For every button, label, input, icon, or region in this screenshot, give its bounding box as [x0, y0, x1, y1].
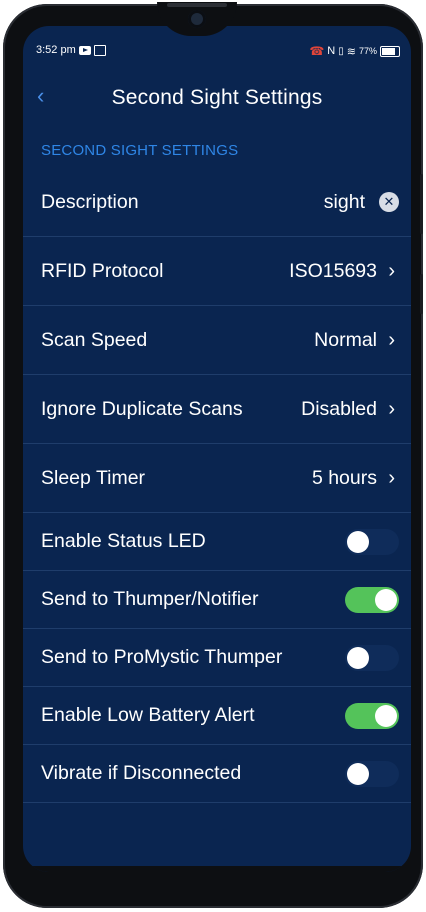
setting-label: RFID Protocol: [41, 259, 164, 282]
status-time: 3:52 pm: [36, 44, 76, 56]
youtube-icon: [78, 45, 91, 55]
wifi-icon: ≋: [346, 45, 356, 58]
chevron-right-icon: ›: [388, 466, 395, 489]
setting-description[interactable]: Description sight ✕: [23, 168, 411, 237]
front-camera: [188, 10, 206, 28]
setting-value: ISO15693: [289, 259, 377, 282]
promystic-thumper-switch[interactable]: [345, 644, 399, 671]
earpiece-speaker: [167, 3, 227, 7]
status-led-switch[interactable]: [345, 528, 399, 555]
image-icon: [93, 44, 106, 56]
switch-knob: [347, 762, 369, 785]
volume-button: [420, 174, 423, 234]
status-left: 3:52 pm: [36, 44, 106, 56]
toggle-label: Enable Status LED: [41, 530, 206, 552]
switch-knob: [375, 588, 397, 611]
battery-percent: 77%: [358, 46, 377, 56]
setting-scan-speed[interactable]: Scan Speed Normal ›: [23, 306, 411, 375]
toggle-label: Enable Low Battery Alert: [41, 704, 255, 726]
toggle-row: Enable Status LED: [23, 513, 411, 571]
toggle-row: Vibrate if Disconnected: [23, 745, 411, 803]
section-label: SECOND SIGHT SETTINGS: [41, 142, 239, 159]
setting-label: Scan Speed: [41, 328, 148, 351]
toggle-label: Send to ProMystic Thumper: [41, 646, 283, 668]
low-battery-alert-switch[interactable]: [345, 702, 399, 729]
page-title: Second Sight Settings: [111, 86, 323, 109]
vibrate-disconnected-switch[interactable]: [345, 760, 399, 787]
chevron-right-icon: ›: [388, 328, 395, 351]
screen: 3:52 pm ☎ N ▯ ≋ 77% ‹ Second Sight Setti…: [23, 26, 411, 872]
setting-ignore-duplicates[interactable]: Ignore Duplicate Scans Disabled ›: [23, 375, 411, 444]
bottom-edge: [23, 866, 411, 872]
setting-value: Disabled: [301, 397, 377, 420]
call-icon: ☎: [309, 44, 325, 58]
clear-icon[interactable]: ✕: [379, 192, 399, 212]
status-right: ☎ N ▯ ≋ 77%: [309, 44, 400, 58]
setting-label: Ignore Duplicate Scans: [41, 397, 243, 420]
chevron-right-icon: ›: [388, 397, 395, 420]
toggle-label: Send to Thumper/Notifier: [41, 588, 259, 610]
chevron-right-icon: ›: [388, 259, 395, 282]
switch-knob: [375, 704, 397, 727]
battery-icon: [380, 45, 400, 57]
setting-label: Description: [41, 190, 139, 213]
setting-value: sight: [323, 190, 365, 213]
switch-knob: [347, 646, 369, 669]
toggle-row: Send to ProMystic Thumper: [23, 629, 411, 687]
thumper-notifier-switch[interactable]: [345, 586, 399, 613]
phone-frame: 3:52 pm ☎ N ▯ ≋ 77% ‹ Second Sight Setti…: [3, 2, 423, 908]
setting-value: Normal: [314, 328, 377, 351]
vibrate-icon: ▯: [338, 45, 344, 57]
setting-label: Sleep Timer: [41, 466, 146, 489]
setting-value: 5 hours: [311, 466, 377, 489]
nfc-icon: N: [327, 45, 336, 57]
toggle-label: Vibrate if Disconnected: [41, 762, 242, 784]
switch-knob: [347, 530, 369, 553]
toggle-row: Send to Thumper/Notifier: [23, 571, 411, 629]
toggle-row: Enable Low Battery Alert: [23, 687, 411, 745]
power-button: [420, 274, 423, 314]
setting-rfid-protocol[interactable]: RFID Protocol ISO15693 ›: [23, 237, 411, 306]
settings-list: Description sight ✕ RFID Protocol ISO156…: [23, 168, 411, 803]
app-header: ‹ Second Sight Settings: [23, 72, 411, 124]
setting-sleep-timer[interactable]: Sleep Timer 5 hours ›: [23, 444, 411, 513]
